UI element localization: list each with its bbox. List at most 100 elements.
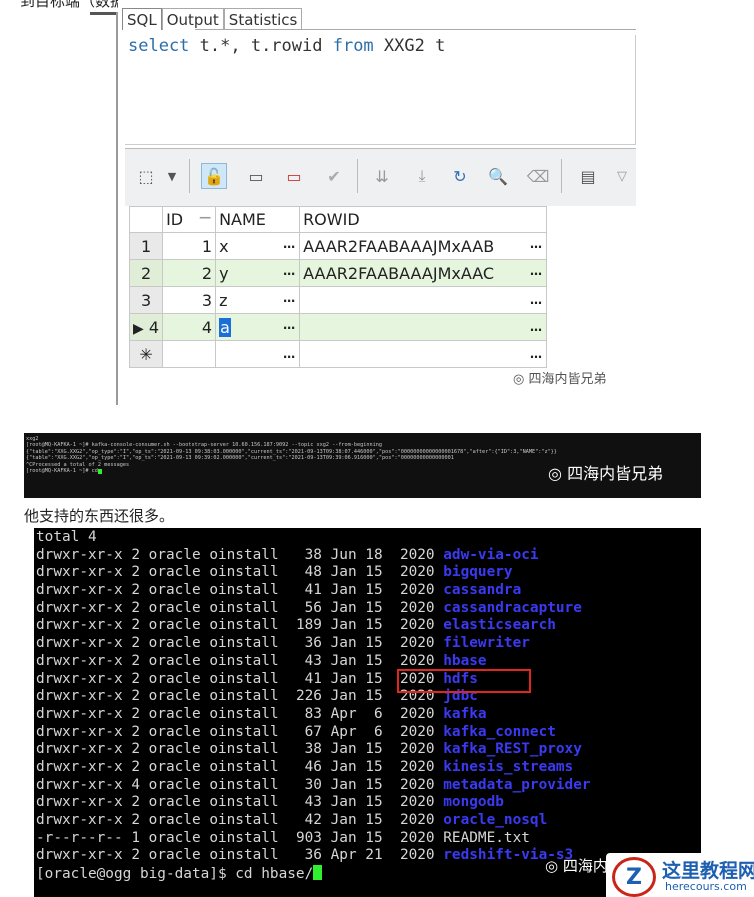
cell-name[interactable]: x… (215, 232, 301, 260)
column-header-rowid[interactable]: ROWID (299, 206, 547, 233)
toolbar-divider (357, 159, 358, 193)
ls-owner: oracle (148, 688, 201, 705)
new-row-marker: ✳ (128, 340, 164, 368)
cell-value-selected[interactable]: a (219, 317, 231, 337)
cell-name[interactable]: z… (215, 286, 301, 314)
directory-name: cassandra (443, 582, 522, 599)
ls-group: oinstall (209, 794, 279, 811)
ls-row: drwxr-xr-x 2 oracle oinstall 42 Jan 15 2… (36, 812, 699, 830)
dropdown-arrow-icon[interactable]: ▼ (159, 163, 185, 189)
ls-size: 36 (295, 847, 322, 864)
ellipsis-button[interactable]: … (283, 318, 296, 332)
delete-record-icon[interactable]: ▭ (281, 163, 307, 189)
directory-name: filewriter (443, 635, 530, 652)
ellipsis-button[interactable]: … (530, 320, 543, 334)
ls-owner: oracle (148, 670, 201, 687)
terminal-prompt: [oracle@ogg big-data]$ cd hbase/ (36, 866, 314, 883)
ide-edge-line (90, 12, 118, 15)
ls-year: 2020 (399, 829, 435, 846)
select-grid-icon[interactable]: ⬚ (133, 163, 159, 189)
ls-size: 903 (295, 829, 322, 846)
cell-id[interactable] (162, 340, 217, 368)
find-icon[interactable]: 🔍 (485, 163, 511, 189)
column-menu-icon[interactable]: — (199, 210, 212, 224)
results-toolbar: ⬚ ▼ 🔓 ▭ ▭ ✔ ⇊ ⤓ ↻ 🔍 ⌫ ▤ ▽ (125, 148, 636, 206)
ellipsis-button[interactable]: … (283, 237, 296, 251)
column-header-label: NAME (219, 210, 266, 229)
ls-row: drwxr-xr-x 2 oracle oinstall 38 Jun 18 2… (36, 547, 699, 565)
ls-perm: drwxr-xr-x (36, 582, 123, 599)
more-arrow-icon[interactable]: ▽ (609, 163, 635, 189)
cell-id[interactable]: 1 (162, 232, 217, 260)
ls-links: 2 (131, 546, 140, 563)
table-row[interactable]: 3 3 z… … (128, 286, 547, 314)
cell-value: AAAR2FAABAAAJMxAAB (303, 236, 495, 256)
file-name: README.txt (443, 829, 530, 846)
insert-record-icon[interactable]: ▭ (243, 163, 269, 189)
column-header-name[interactable]: NAME (215, 206, 301, 233)
ls-owner: oracle (148, 617, 201, 634)
ls-links: 2 (131, 670, 140, 687)
tab-output[interactable]: Output (161, 8, 224, 30)
terminal-prompt: [root@MQ-KAFKA-1 ~]# cd (26, 468, 98, 475)
ellipsis-button[interactable]: … (530, 293, 543, 307)
cell-name[interactable]: … (215, 340, 301, 368)
ellipsis-button[interactable]: … (530, 264, 543, 278)
export-icon[interactable]: ▤ (575, 163, 601, 189)
ls-links: 2 (131, 758, 140, 775)
ellipsis-button[interactable]: … (283, 291, 296, 305)
ls-owner: oracle (148, 829, 201, 846)
ellipsis-button[interactable]: … (283, 264, 296, 278)
column-header-id[interactable]: ID — (162, 206, 217, 233)
ls-date: Apr 6 (330, 723, 383, 740)
table-row-current[interactable]: ▶ 4 4 a… … (128, 313, 547, 341)
unlock-icon[interactable]: 🔓 (201, 163, 227, 189)
ls-owner: oracle (148, 847, 201, 864)
tab-statistics[interactable]: Statistics (223, 8, 303, 30)
cell-rowid[interactable]: … (299, 340, 547, 368)
cell-rowid[interactable]: … (299, 313, 547, 341)
table-row[interactable]: 2 2 y… AAAR2FAABAAAJMxAAC… (128, 259, 547, 287)
ls-perm: drwxr-xr-x (36, 705, 123, 722)
ls-year: 2020 (399, 599, 435, 616)
ls-size: 42 (295, 812, 322, 828)
cell-rowid[interactable]: AAAR2FAABAAAJMxAAC… (299, 259, 547, 287)
ellipsis-button[interactable]: … (530, 347, 543, 361)
post-changes-icon[interactable]: ✔ (321, 163, 347, 189)
table-row[interactable]: 1 1 x… AAAR2FAABAAAJMxAAB… (128, 232, 547, 260)
watermark-text: 四海内皆兄弟 (567, 464, 664, 483)
ellipsis-button[interactable]: … (530, 237, 543, 251)
ls-size: 41 (295, 582, 322, 599)
ls-perm: drwxr-xr-x (36, 670, 123, 687)
ls-size: 67 (295, 723, 322, 740)
cell-rowid[interactable]: AAAR2FAABAAAJMxAAB … (299, 232, 547, 260)
cell-id[interactable]: 2 (162, 259, 217, 287)
ls-perm: drwxr-xr-x (36, 635, 123, 652)
ls-year: 2020 (399, 741, 435, 758)
directory-name: bigquery (443, 564, 513, 581)
clear-icon[interactable]: ⌫ (525, 163, 551, 189)
refresh-icon[interactable]: ↻ (447, 163, 473, 189)
cell-rowid[interactable]: … (299, 286, 547, 314)
ls-links: 2 (131, 617, 140, 634)
ls-group: oinstall (209, 758, 279, 775)
cell-name[interactable]: a… (215, 313, 301, 341)
ls-size: 43 (295, 794, 322, 811)
directory-name: adw-via-oci (443, 546, 539, 563)
fetch-last-icon[interactable]: ⤓ (409, 163, 435, 189)
sql-query-text[interactable]: select t.*, t.rowid from XXG2 t (128, 36, 445, 56)
cell-id[interactable]: 3 (162, 286, 217, 314)
table-row-new[interactable]: ✳ … … (128, 340, 547, 368)
ls-owner: oracle (148, 546, 201, 563)
ls-year: 2020 (399, 546, 435, 563)
ls-size: 46 (295, 758, 322, 775)
ls-group: oinstall (209, 776, 279, 793)
tab-sql[interactable]: SQL (122, 8, 162, 30)
ellipsis-button[interactable]: … (283, 347, 296, 361)
cell-id[interactable]: 4 (162, 313, 217, 341)
fetch-next-icon[interactable]: ⇊ (369, 163, 395, 189)
cell-name[interactable]: y… (215, 259, 301, 287)
ls-date: Jan 15 (330, 776, 383, 793)
ls-group: oinstall (209, 652, 279, 669)
ls-year: 2020 (399, 564, 435, 581)
